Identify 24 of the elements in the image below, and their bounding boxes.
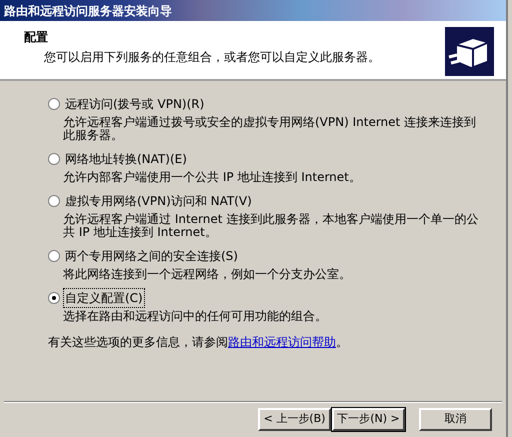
option-label[interactable]: 远程访问(拨号或 VPN)(R): [64, 95, 206, 113]
header-title: 配置: [24, 29, 49, 46]
radio-button[interactable]: [48, 98, 60, 110]
header-subtitle: 您可以启用下列服务的任意组合，或者您可以自定义此服务器。: [43, 49, 380, 66]
window-title: 路由和远程访问服务器安装向导: [4, 2, 172, 20]
option-label[interactable]: 虚拟专用网络(VPN)访问和 NAT(V): [64, 192, 253, 210]
option-label[interactable]: 两个专用网络之间的安全连接(S): [64, 247, 239, 265]
option-label[interactable]: 网络地址转换(NAT)(E): [64, 150, 188, 168]
radio-button[interactable]: [48, 195, 60, 207]
help-text-period: 。: [336, 334, 348, 351]
wizard-button[interactable]: 取消: [419, 408, 492, 430]
help-link[interactable]: 路由和远程访问帮助: [228, 333, 336, 351]
wizard-button[interactable]: < 上一步(B): [258, 408, 331, 430]
help-text: 有关这些选项的更多信息，请参阅: [48, 334, 228, 351]
wizard-button[interactable]: 下一步(N) >: [332, 408, 405, 430]
radio-button[interactable]: [48, 153, 60, 165]
option-label[interactable]: 自定义配置(C): [64, 289, 144, 307]
option-description: 允许内部客户端使用一个公共 IP 地址连接到 Internet。: [62, 171, 362, 184]
radio-button[interactable]: [48, 250, 60, 262]
option-description: 允许远程客户端通过 Internet 连接到此服务器，本地客户端使用一个单一的公共 IP 地址连接到 Internet。: [62, 213, 480, 239]
option-description: 选择在路由和远程访问中的任何可用功能的组合。: [62, 310, 328, 323]
option-description: 允许远程客户端通过拨号或安全的虚拟专用网络(VPN) Internet 连接来连接到此服务器。: [62, 116, 478, 142]
radio-button[interactable]: [48, 292, 60, 304]
option-description: 将此网络连接到一个远程网络，例如一个分支办公室。: [62, 268, 352, 281]
